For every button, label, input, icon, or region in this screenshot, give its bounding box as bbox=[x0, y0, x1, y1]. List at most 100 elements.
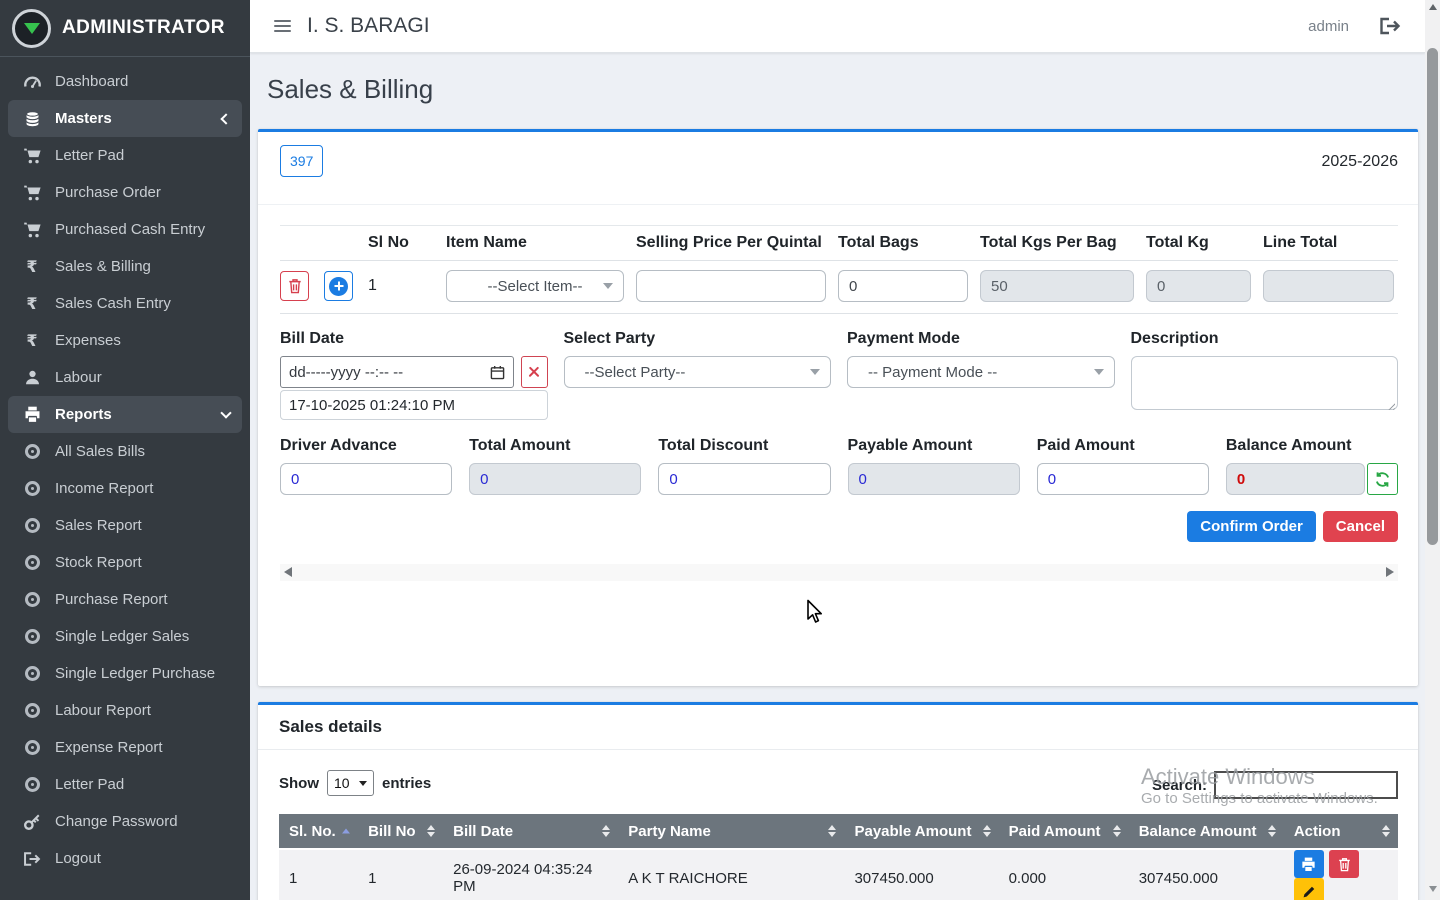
printer-icon bbox=[1301, 857, 1316, 872]
total-discount-input[interactable] bbox=[658, 463, 830, 495]
sidebar-item-logout[interactable]: Logout bbox=[8, 840, 242, 877]
sidebar-item-sales-report[interactable]: Sales Report bbox=[8, 507, 242, 544]
search-label: Search: bbox=[1152, 777, 1207, 794]
sidebar-item-single-ledger-sales[interactable]: Single Ledger Sales bbox=[8, 618, 242, 655]
sort-icon bbox=[602, 825, 610, 837]
description-label: Description bbox=[1131, 330, 1399, 348]
sidebar-item-purchased-cash-entry[interactable]: Purchased Cash Entry bbox=[8, 211, 242, 248]
column-header-paid-amount[interactable]: Paid Amount bbox=[999, 814, 1129, 849]
radio-dot-icon bbox=[20, 740, 44, 755]
sidebar-item-purchase-report[interactable]: Purchase Report bbox=[8, 581, 242, 618]
sidebar-item-all-sales-bills[interactable]: All Sales Bills bbox=[8, 433, 242, 470]
sidebar-item-letter-pad[interactable]: Letter Pad bbox=[8, 137, 242, 174]
sidebar-nav: Dashboard Masters Letter Pad Purchase Or… bbox=[0, 57, 250, 877]
column-header-bill-no[interactable]: Bill No bbox=[358, 814, 443, 849]
sidebar-item-labour[interactable]: Labour bbox=[8, 359, 242, 396]
payment-mode-select[interactable]: -- Payment Mode -- bbox=[847, 356, 1115, 388]
calendar-icon[interactable] bbox=[490, 365, 505, 380]
sidebar-item-label: Expense Report bbox=[55, 739, 163, 756]
total-amount-field: Total Amount bbox=[469, 437, 641, 495]
radio-dot-icon bbox=[20, 629, 44, 644]
sidebar-item-change-password[interactable]: Change Password bbox=[8, 803, 242, 840]
clear-date-button[interactable] bbox=[521, 356, 548, 388]
sidebar-item-expense-report[interactable]: Expense Report bbox=[8, 729, 242, 766]
sidebar-item-dashboard[interactable]: Dashboard bbox=[8, 63, 242, 100]
driver-advance-input[interactable] bbox=[280, 463, 452, 495]
logout-icon[interactable] bbox=[1379, 17, 1401, 35]
total-amount-input bbox=[469, 463, 641, 495]
party-select[interactable]: --Select Party-- bbox=[564, 356, 832, 388]
payment-mode-value: -- Payment Mode -- bbox=[868, 364, 997, 381]
cell-balance-amount: 307450.000 bbox=[1129, 849, 1284, 900]
scrollbar-thumb[interactable] bbox=[1427, 48, 1438, 545]
sales-details-body: Show 10 entries Search: Sl. No. B bbox=[258, 750, 1418, 900]
sidebar-item-label: Income Report bbox=[55, 480, 153, 497]
sidebar-item-reports[interactable]: Reports bbox=[8, 396, 242, 433]
column-header-party-name[interactable]: Party Name bbox=[618, 814, 844, 849]
payment-mode-label: Payment Mode bbox=[847, 330, 1115, 348]
bill-date-input[interactable]: dd-----yyyy --:-- -- bbox=[280, 356, 514, 388]
column-header-action[interactable]: Action bbox=[1284, 814, 1398, 849]
delete-button[interactable] bbox=[1329, 850, 1359, 878]
page-size-value: 10 bbox=[334, 775, 350, 791]
sidebar-item-label: Purchased Cash Entry bbox=[55, 221, 205, 238]
total-discount-field: Total Discount bbox=[658, 437, 830, 495]
menu-toggle-icon[interactable] bbox=[274, 17, 291, 35]
horizontal-scrollbar[interactable] bbox=[280, 564, 1398, 581]
cell-action bbox=[1284, 849, 1398, 900]
scroll-down-icon[interactable] bbox=[1429, 886, 1437, 892]
radio-dot-icon bbox=[20, 555, 44, 570]
trash-icon bbox=[1338, 857, 1351, 872]
sidebar-item-income-report[interactable]: Income Report bbox=[8, 470, 242, 507]
paid-amount-input[interactable] bbox=[1037, 463, 1209, 495]
sidebar-item-label: Purchase Order bbox=[55, 184, 161, 201]
user-menu[interactable]: admin bbox=[1308, 18, 1349, 35]
edit-button[interactable] bbox=[1294, 878, 1324, 900]
col-header-total-kg: Total Kg bbox=[1146, 234, 1263, 252]
sidebar-item-labour-report[interactable]: Labour Report bbox=[8, 692, 242, 729]
selling-price-input[interactable] bbox=[636, 270, 826, 302]
sidebar-item-purchase-order[interactable]: Purchase Order bbox=[8, 174, 242, 211]
add-row-button[interactable] bbox=[324, 271, 353, 301]
column-header-bill-date[interactable]: Bill Date bbox=[443, 814, 618, 849]
print-button[interactable] bbox=[1294, 850, 1324, 878]
sidebar-item-label: Labour Report bbox=[55, 702, 151, 719]
sidebar-item-masters[interactable]: Masters bbox=[8, 100, 242, 137]
vertical-scrollbar[interactable] bbox=[1425, 0, 1440, 900]
item-select[interactable]: --Select Item-- bbox=[446, 270, 624, 302]
sidebar-item-sales-billing[interactable]: ₹ Sales & Billing bbox=[8, 248, 242, 285]
scroll-right-icon[interactable] bbox=[1386, 567, 1394, 577]
sidebar-item-label: Logout bbox=[55, 850, 101, 867]
sidebar-item-single-ledger-purchase[interactable]: Single Ledger Purchase bbox=[8, 655, 242, 692]
scroll-up-icon[interactable] bbox=[1429, 4, 1437, 10]
scroll-left-icon[interactable] bbox=[284, 567, 292, 577]
sidebar-item-label: All Sales Bills bbox=[55, 443, 145, 460]
payable-amount-input bbox=[848, 463, 1020, 495]
sales-details-card: Sales details Show 10 entries Search: bbox=[258, 702, 1418, 900]
line-total-input bbox=[1263, 270, 1394, 302]
confirm-order-button[interactable]: Confirm Order bbox=[1187, 511, 1316, 542]
radio-dot-icon bbox=[20, 592, 44, 607]
rupee-icon: ₹ bbox=[20, 333, 44, 349]
column-header-payable-amount[interactable]: Payable Amount bbox=[844, 814, 998, 849]
radio-dot-icon bbox=[20, 481, 44, 496]
total-bags-input[interactable] bbox=[838, 270, 968, 302]
logout-icon bbox=[20, 851, 44, 867]
table-row: 1 1 26-09-2024 04:35:24 PM A K T RAICHOR… bbox=[279, 849, 1398, 900]
col-header-total-kgs-per-bag: Total Kgs Per Bag bbox=[980, 234, 1146, 252]
sidebar-item-stock-report[interactable]: Stock Report bbox=[8, 544, 242, 581]
cell-bill-date: 26-09-2024 04:35:24 PM bbox=[443, 849, 618, 900]
dropdown-caret-icon bbox=[359, 781, 367, 786]
cancel-button[interactable]: Cancel bbox=[1323, 511, 1398, 542]
column-header-balance-amount[interactable]: Balance Amount bbox=[1129, 814, 1284, 849]
refresh-button[interactable] bbox=[1367, 463, 1398, 495]
sidebar-item-letter-pad-report[interactable]: Letter Pad bbox=[8, 766, 242, 803]
sidebar-item-sales-cash-entry[interactable]: ₹ Sales Cash Entry bbox=[8, 285, 242, 322]
column-header-sl-no[interactable]: Sl. No. bbox=[279, 814, 358, 849]
radio-dot-icon bbox=[20, 518, 44, 533]
delete-row-button[interactable] bbox=[280, 271, 309, 301]
page-size-select[interactable]: 10 bbox=[327, 770, 374, 796]
search-input[interactable] bbox=[1214, 771, 1398, 799]
description-textarea[interactable] bbox=[1131, 356, 1399, 410]
sidebar-item-expenses[interactable]: ₹ Expenses bbox=[8, 322, 242, 359]
